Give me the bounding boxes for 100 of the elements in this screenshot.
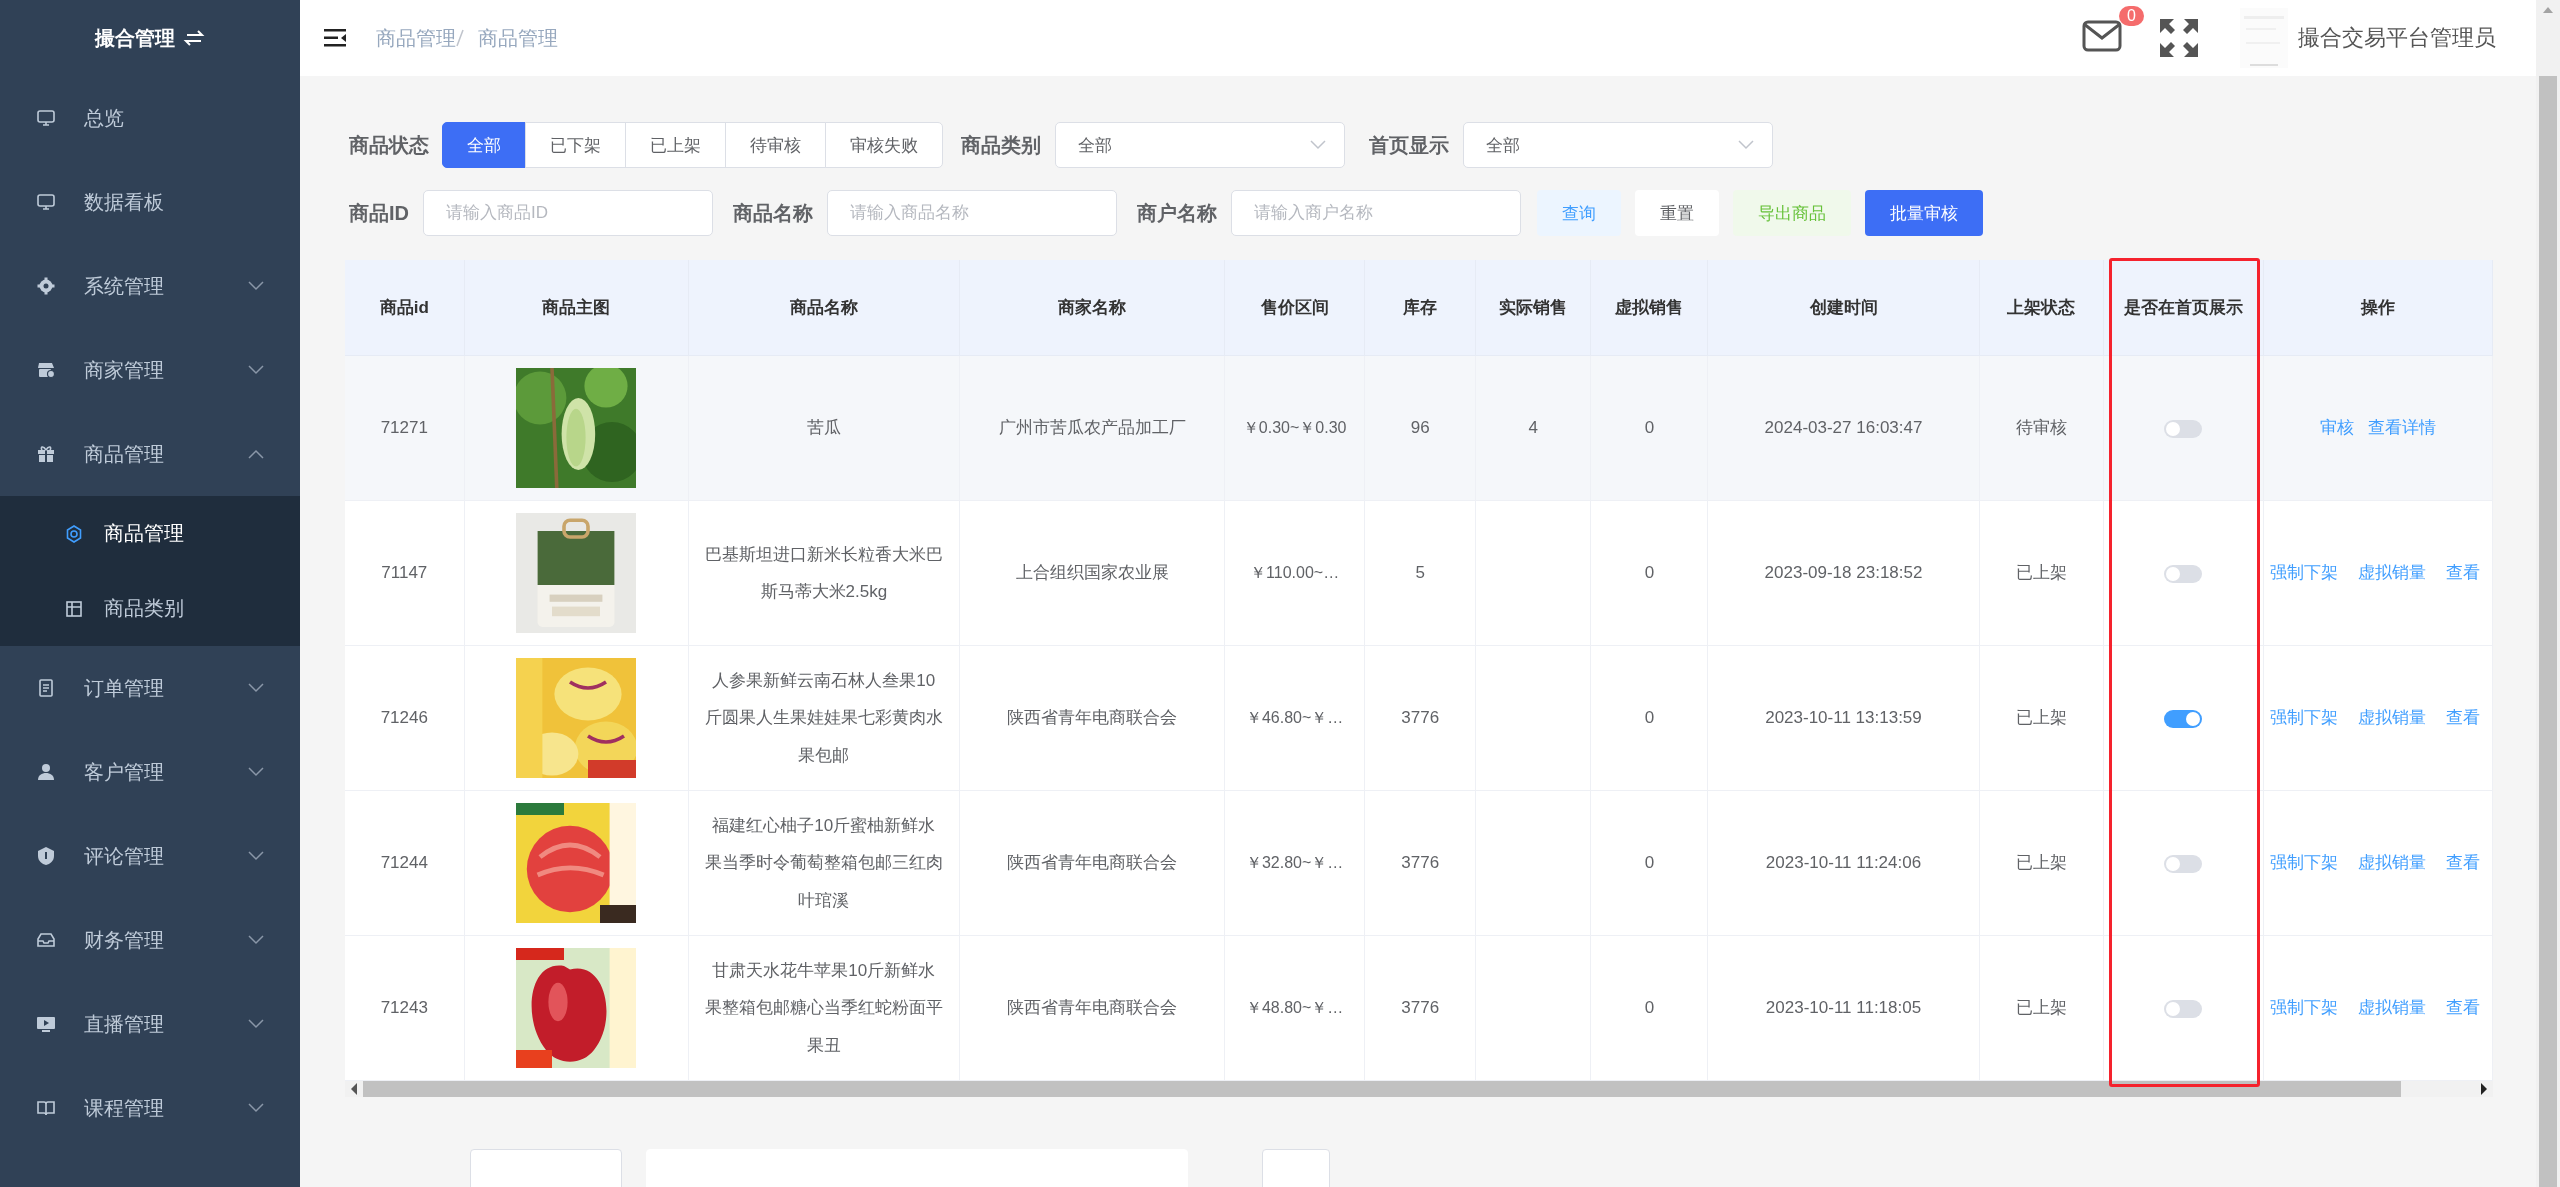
table-cell: 2023-10-11 11:18:05	[1707, 935, 1980, 1081]
table-cell: 71244	[345, 790, 465, 936]
fullscreen-icon[interactable]	[2158, 17, 2200, 59]
table-cell: 0	[1590, 790, 1708, 936]
table-cell: 待审核	[1979, 355, 2104, 501]
menu-item[interactable]: 评论管理	[0, 814, 300, 898]
table-cell: 陕西省青年电商联合会	[959, 645, 1225, 791]
scroll-right-icon[interactable]	[2480, 1083, 2488, 1095]
column-header: 实际销售	[1475, 260, 1591, 356]
table-cell: 5	[1364, 500, 1476, 646]
monitor-icon	[36, 192, 56, 212]
column-header: 售价区间	[1224, 260, 1365, 356]
filter-label: 商户名称	[1137, 200, 1217, 226]
status-tab[interactable]: 全部	[442, 122, 526, 168]
scrollbar-thumb[interactable]	[2539, 76, 2557, 1187]
submenu-item[interactable]: 商品管理	[0, 496, 300, 571]
table-cell: 3776	[1364, 935, 1476, 1081]
menu-icon[interactable]	[324, 28, 348, 48]
table-cell: 3776	[1364, 790, 1476, 936]
toggle-switch[interactable]	[2164, 709, 2203, 728]
menu-item[interactable]: 系统管理	[0, 244, 300, 328]
menu-item[interactable]: 客户管理	[0, 730, 300, 814]
slash-icon	[456, 29, 464, 47]
status-tab[interactable]: 已上架	[625, 122, 726, 168]
category-select[interactable]: 全部	[1055, 122, 1345, 168]
caret-icon	[1310, 140, 1326, 150]
table-cell: 0	[1590, 355, 1708, 501]
column-header: 操作	[2263, 260, 2493, 356]
table-cell: 福建红心柚子10斤蜜柚新鲜水果当季时令葡萄整箱包邮三红肉叶琯溪	[688, 790, 960, 936]
input-field[interactable]: 请输入商品ID	[423, 190, 713, 236]
notification-badge: 0	[2119, 6, 2144, 26]
table-cell: 0	[1590, 500, 1708, 646]
switch-icon[interactable]	[183, 28, 205, 48]
shop-icon	[36, 360, 56, 380]
toggle-switch[interactable]	[2164, 419, 2203, 438]
menu-item[interactable]: 课程管理	[0, 1066, 300, 1150]
filter-label: 商品ID	[349, 200, 409, 226]
table-cell: 巴基斯坦进口新米长粒香大米巴斯马蒂大米2.5kg	[688, 500, 960, 646]
table-cell: 已上架	[1979, 935, 2104, 1081]
cog-icon	[64, 523, 84, 544]
menu-item[interactable]: 总览	[0, 76, 300, 160]
user-icon	[36, 762, 56, 782]
menu-item[interactable]: 商家管理	[0, 328, 300, 412]
table-cell: ￥110.00~…	[1224, 500, 1365, 646]
menu-item[interactable]: 订单管理	[0, 646, 300, 730]
column-header: 商品id	[345, 260, 465, 356]
submenu-item[interactable]: 商品类别	[0, 571, 300, 646]
page-size-select[interactable]	[470, 1149, 622, 1187]
primary-button[interactable]: 批量审核	[1865, 190, 1983, 236]
filter-label: 首页显示	[1369, 132, 1449, 158]
monitor-icon	[36, 108, 56, 128]
status-tab[interactable]: 审核失败	[825, 122, 943, 168]
grid-icon	[64, 598, 84, 619]
wallet-icon	[36, 930, 56, 950]
user-name[interactable]: 撮合交易平台管理员	[2298, 23, 2496, 53]
menu-item[interactable]: 直播管理	[0, 982, 300, 1066]
toggle-switch[interactable]	[2164, 564, 2203, 583]
gear-icon	[36, 276, 56, 296]
column-header: 商品主图	[464, 260, 689, 356]
table-cell: 3776	[1364, 645, 1476, 791]
tv-icon	[36, 1014, 56, 1034]
table-cell: 陕西省青年电商联合会	[959, 790, 1225, 936]
table-cell: 已上架	[1979, 500, 2104, 646]
shield-icon	[36, 846, 56, 866]
menu-item[interactable]: 商品管理	[0, 412, 300, 496]
home-display-select[interactable]: 全部	[1463, 122, 1773, 168]
table-cell: 0	[1590, 645, 1708, 791]
table-cell: 71246	[345, 645, 465, 791]
table-cell: 71147	[345, 500, 465, 646]
table-cell: 96	[1364, 355, 1476, 501]
menu-item[interactable]: 数据看板	[0, 160, 300, 244]
book-icon	[36, 1098, 56, 1118]
caret-icon	[1738, 140, 1754, 150]
table-cell: 已上架	[1979, 790, 2104, 936]
table-cell: 2024-03-27 16:03:47	[1707, 355, 1980, 501]
toggle-switch[interactable]	[2164, 854, 2203, 873]
table-cell: 陕西省青年电商联合会	[959, 935, 1225, 1081]
scrollbar-thumb[interactable]	[363, 1081, 2401, 1097]
status-tab[interactable]: 待审核	[725, 122, 826, 168]
reset-button[interactable]: 重置	[1635, 190, 1719, 236]
table-cell: 0	[1590, 935, 1708, 1081]
table-cell: ￥0.30~￥0.30	[1224, 355, 1365, 501]
toggle-switch[interactable]	[2164, 999, 2203, 1018]
status-tab[interactable]: 已下架	[525, 122, 626, 168]
column-header: 商品名称	[688, 260, 960, 356]
table-cell: 人参果新鲜云南石林人叁果10斤圆果人生果娃娃果七彩黄肉水果包邮	[688, 645, 960, 791]
scroll-left-icon[interactable]	[350, 1083, 358, 1095]
input-field[interactable]: 请输入商品名称	[827, 190, 1117, 236]
mail-icon[interactable]	[2082, 20, 2122, 52]
gift-icon	[36, 444, 56, 464]
page-input[interactable]	[1262, 1149, 1330, 1187]
column-header: 创建时间	[1707, 260, 1980, 356]
doc-icon	[36, 678, 56, 698]
menu-item[interactable]: 财务管理	[0, 898, 300, 982]
app-title: 撮合管理	[95, 25, 175, 51]
input-field[interactable]: 请输入商户名称	[1231, 190, 1521, 236]
filter-label: 商品状态	[349, 132, 429, 158]
column-header: 虚拟销售	[1590, 260, 1708, 356]
table-cell: 已上架	[1979, 645, 2104, 791]
table-cell: 甘肃天水花牛苹果10斤新鲜水果整箱包邮糖心当季红蛇粉面平果丑	[688, 935, 960, 1081]
